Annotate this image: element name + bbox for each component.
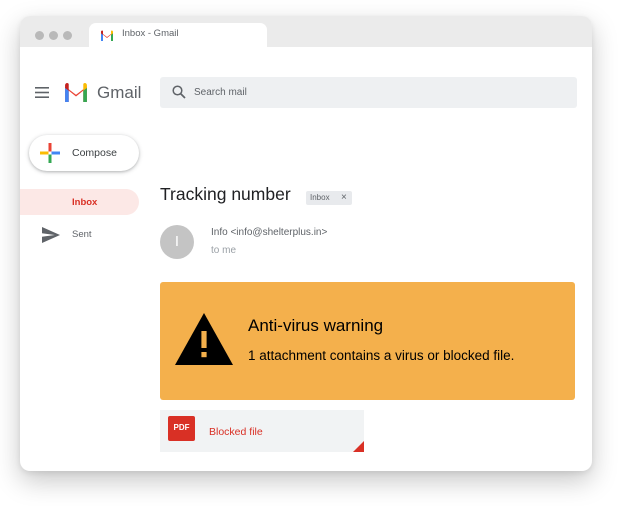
search-input[interactable] (194, 77, 564, 108)
sender-avatar[interactable]: I (160, 225, 194, 259)
attachment-name: Blocked file (209, 426, 263, 438)
sidebar-item-sent[interactable]: Sent (20, 221, 139, 247)
email-subject: Tracking number (160, 184, 291, 204)
sender-name: Info <info@shelterplus.in> (211, 227, 328, 238)
avatar-initial: I (174, 233, 180, 250)
compose-label: Compose (72, 147, 117, 159)
warning-message: 1 attachment contains a virus or blocked… (248, 348, 515, 363)
sidebar-item-label: Inbox (72, 197, 98, 208)
blocked-corner-icon (353, 441, 364, 452)
menu-icon[interactable] (35, 87, 49, 98)
warning-triangle-icon (175, 313, 233, 365)
browser-titlebar: Inbox - Gmail (20, 16, 592, 47)
gmail-logo-icon[interactable] (63, 82, 89, 102)
sidebar-item-inbox[interactable]: Inbox (20, 189, 139, 215)
inbox-label-chip: Inbox × (306, 191, 352, 205)
window-minimize-dot[interactable] (49, 31, 58, 40)
browser-tab[interactable]: Inbox - Gmail (89, 23, 267, 47)
browser-window: Inbox - Gmail Gmail Compose Inbox (20, 16, 592, 471)
gmail-logo-text: Gmail (97, 83, 142, 102)
attachment-chip[interactable]: PDF Blocked file (160, 410, 364, 452)
gmail-favicon-icon (101, 30, 113, 41)
recipient-line[interactable]: to me (211, 245, 236, 256)
chip-label: Inbox (310, 193, 330, 202)
send-icon (42, 227, 60, 243)
warning-title: Anti-virus warning (248, 316, 384, 335)
search-bar[interactable] (160, 77, 577, 108)
antivirus-warning-banner: Anti-virus warning 1 attachment contains… (160, 282, 575, 400)
pdf-file-icon: PDF (168, 416, 195, 441)
window-maximize-dot[interactable] (63, 31, 72, 40)
sidebar-item-label: Sent (72, 229, 92, 240)
file-type-label: PDF (173, 423, 190, 432)
tab-title: Inbox - Gmail (122, 28, 179, 39)
compose-plus-icon (40, 143, 60, 163)
compose-button[interactable]: Compose (29, 135, 139, 171)
remove-label-icon[interactable]: × (341, 191, 347, 204)
window-close-dot[interactable] (35, 31, 44, 40)
search-icon[interactable] (172, 85, 186, 99)
